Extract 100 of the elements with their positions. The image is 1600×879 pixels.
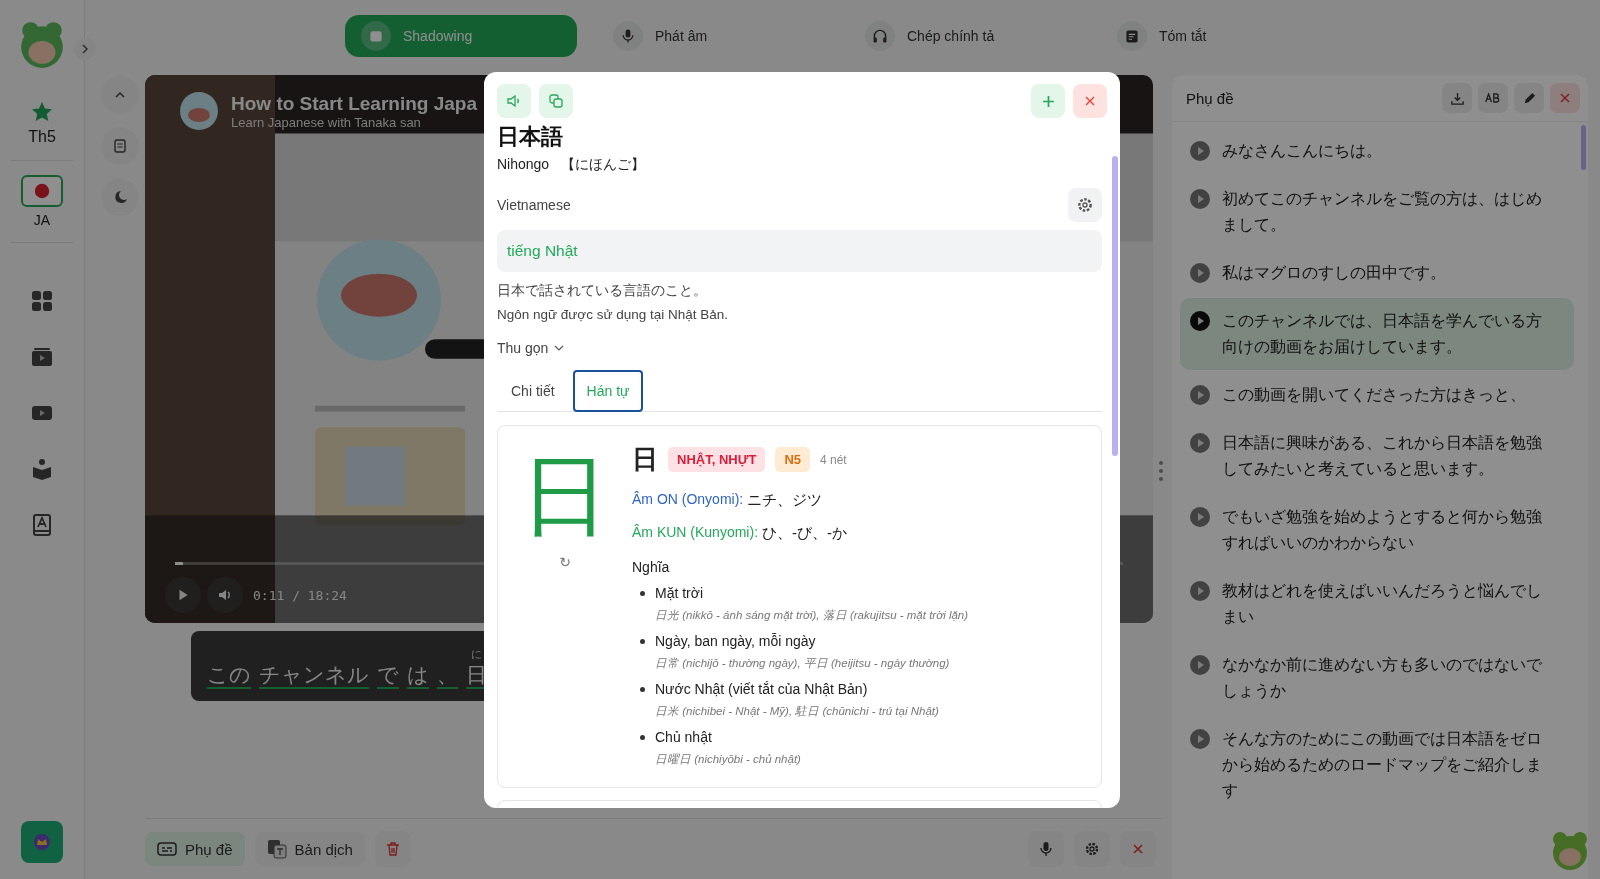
trash-icon — [384, 841, 401, 857]
word-title: 日本語 — [497, 123, 564, 151]
video-time: 0:11 / 18:24 — [253, 587, 347, 603]
furigana: に — [471, 646, 482, 662]
subtitle-row[interactable]: 初めてこのチャンネルをご覧の方は、はじめまして。 — [1180, 176, 1574, 248]
language-button[interactable] — [21, 175, 63, 207]
subtitle-word[interactable]: 、 — [437, 661, 458, 689]
subtitles-icon — [157, 841, 177, 857]
play-icon[interactable] — [1190, 655, 1210, 675]
grid-icon[interactable] — [30, 289, 54, 313]
video-library-icon[interactable] — [30, 345, 54, 369]
onyomi-reading: ニチ、ジツ — [747, 491, 823, 510]
add-button[interactable] — [1031, 84, 1065, 118]
level-label: Th5 — [28, 128, 56, 146]
subtitle-row[interactable]: 日本語に興味がある、これから日本語を勉強してみたいと考えていると思います。 — [1180, 420, 1574, 492]
subtitle-row[interactable]: この動画を開いてくださった方はきっと、 — [1180, 372, 1574, 418]
definition-japanese: 日本で話されている言語のこと。 — [497, 282, 708, 300]
collapse-button[interactable]: Thu gọn — [497, 340, 565, 356]
video-title: How to Start Learning Japa — [231, 92, 477, 115]
kanji-character: 日 — [632, 443, 658, 476]
subtitle-row[interactable]: みなさんこんにちは。 — [1180, 128, 1574, 174]
close-button[interactable] — [1073, 84, 1107, 118]
meaning-example: 日曜日 (nichiyōbi - chủ nhật) — [654, 752, 802, 767]
settings-button[interactable] — [1074, 831, 1110, 867]
reader-icon[interactable] — [30, 457, 54, 481]
expand-button[interactable] — [74, 38, 96, 60]
sino-vietnamese-reading: NHẬT, NHỰT — [668, 447, 766, 472]
detail-tab[interactable]: Hán tự — [572, 370, 644, 412]
subtitle-text: なかなか前に進めない方も多いのではないでしょうか — [1222, 655, 1543, 701]
subtitle-text: みなさんこんにちは。 — [1222, 141, 1383, 161]
subtitle-word[interactable]: で — [377, 661, 399, 689]
settings-icon — [1084, 841, 1100, 857]
subtitle-text: そんな方のためにこの動画では日本語をゼロから始めるためのロードマップをご紹介します — [1222, 729, 1543, 801]
play-icon[interactable] — [1190, 433, 1210, 453]
premium-button[interactable] — [21, 821, 63, 863]
mode-tab[interactable]: Phát âm — [597, 15, 829, 57]
replay-button[interactable]: ↻ — [559, 554, 571, 570]
panel-title: Phụ đề — [1186, 89, 1234, 107]
toolbar-button[interactable]: Phụ đề — [145, 832, 245, 866]
delete-button[interactable] — [374, 831, 411, 867]
subtitle-row[interactable]: このチャンネルでは、日本語を学んでいる方向けの動画をお届けしています。 — [1180, 298, 1574, 370]
copy-button[interactable] — [539, 84, 573, 118]
play-icon[interactable] — [1190, 189, 1210, 209]
edit-button[interactable] — [1514, 83, 1544, 113]
settings-button[interactable] — [1068, 188, 1102, 222]
play-icon[interactable] — [1190, 581, 1210, 601]
speaker-button[interactable] — [497, 84, 531, 118]
mode-tab[interactable]: Chép chính tả — [849, 15, 1081, 57]
play-icon[interactable] — [1190, 311, 1210, 331]
close-icon — [1132, 843, 1144, 855]
text-format-button[interactable] — [1478, 83, 1508, 113]
dictionary-icon[interactable] — [30, 513, 54, 537]
subtitle-word[interactable]: チャンネル — [259, 661, 369, 689]
play-icon[interactable] — [1190, 385, 1210, 405]
subtitle-word[interactable]: は — [407, 661, 429, 689]
play-icon[interactable] — [1190, 141, 1210, 161]
play-icon[interactable] — [1190, 507, 1210, 527]
meaning-heading: Nghĩa — [632, 559, 671, 575]
microphone-icon — [620, 28, 636, 44]
theme-button[interactable] — [101, 178, 139, 216]
mode-tab[interactable]: Tóm tắt — [1101, 15, 1333, 57]
microphone-button[interactable] — [1028, 831, 1064, 867]
subtitle-row[interactable]: そんな方のためにこの動画では日本語をゼロから始めるためのロードマップをご紹介します — [1180, 716, 1574, 814]
meaning-text: Nước Nhật (viết tắt của Nhật Bản) — [655, 681, 868, 697]
play-icon[interactable] — [1190, 263, 1210, 283]
note-icon — [1124, 28, 1140, 44]
meaning-text: Chủ nhật — [655, 729, 712, 745]
video-icon — [368, 28, 384, 44]
subtitle-text: この動画を開いてくださった方はきっと、 — [1222, 385, 1527, 405]
star-icon — [30, 100, 54, 124]
subtitle-row[interactable]: 教材はどれを使えばいいんだろうと悩んでしまい — [1180, 568, 1574, 640]
translate-icon — [266, 839, 287, 859]
stroke-order-character: 日 — [521, 452, 609, 540]
close-button[interactable] — [1120, 831, 1156, 867]
speaker-icon — [506, 93, 522, 109]
close-icon — [1084, 95, 1096, 107]
meaning-text: Mặt trời — [655, 585, 704, 601]
channel-name: Learn Japanese with Tanaka san — [231, 114, 422, 130]
crown-icon — [32, 832, 52, 852]
subtitle-row[interactable]: 私はマグロのすしの田中です。 — [1180, 250, 1574, 296]
meaning-text: Ngày, ban ngày, mỗi ngày — [655, 633, 816, 649]
subtitle-text: 初めてこのチャンネルをご覧の方は、はじめまして。 — [1222, 189, 1543, 235]
subtitle-text: でもいざ勉強を始めようとすると何から勉強すればいいのかわからない — [1222, 507, 1543, 553]
detail-tab[interactable]: Chi tiết — [497, 370, 569, 412]
download-button[interactable] — [1442, 83, 1472, 113]
subtitle-word[interactable]: この — [207, 661, 251, 689]
plus-icon — [1041, 94, 1055, 108]
play-icon[interactable] — [1190, 729, 1210, 749]
close-button[interactable] — [1550, 83, 1580, 113]
notes-button[interactable] — [101, 127, 139, 165]
subtitle-row[interactable]: なかなか前に進めない方も多いのではないでしょうか — [1180, 642, 1574, 714]
language-label: JA — [33, 212, 51, 228]
moon-icon — [112, 189, 128, 205]
subtitle-text: 私はマグロのすしの田中です。 — [1222, 263, 1447, 283]
chevron-down-icon — [554, 345, 565, 351]
drag-handle-icon[interactable] — [1158, 460, 1164, 482]
toolbar-button[interactable]: Bản dịch — [254, 832, 365, 866]
subtitle-row[interactable]: でもいざ勉強を始めようとすると何から勉強すればいいのかわからない — [1180, 494, 1574, 566]
kunyomi-label: Âm KUN (Kunyomi): — [632, 524, 759, 542]
chevron-right-icon — [80, 44, 90, 54]
